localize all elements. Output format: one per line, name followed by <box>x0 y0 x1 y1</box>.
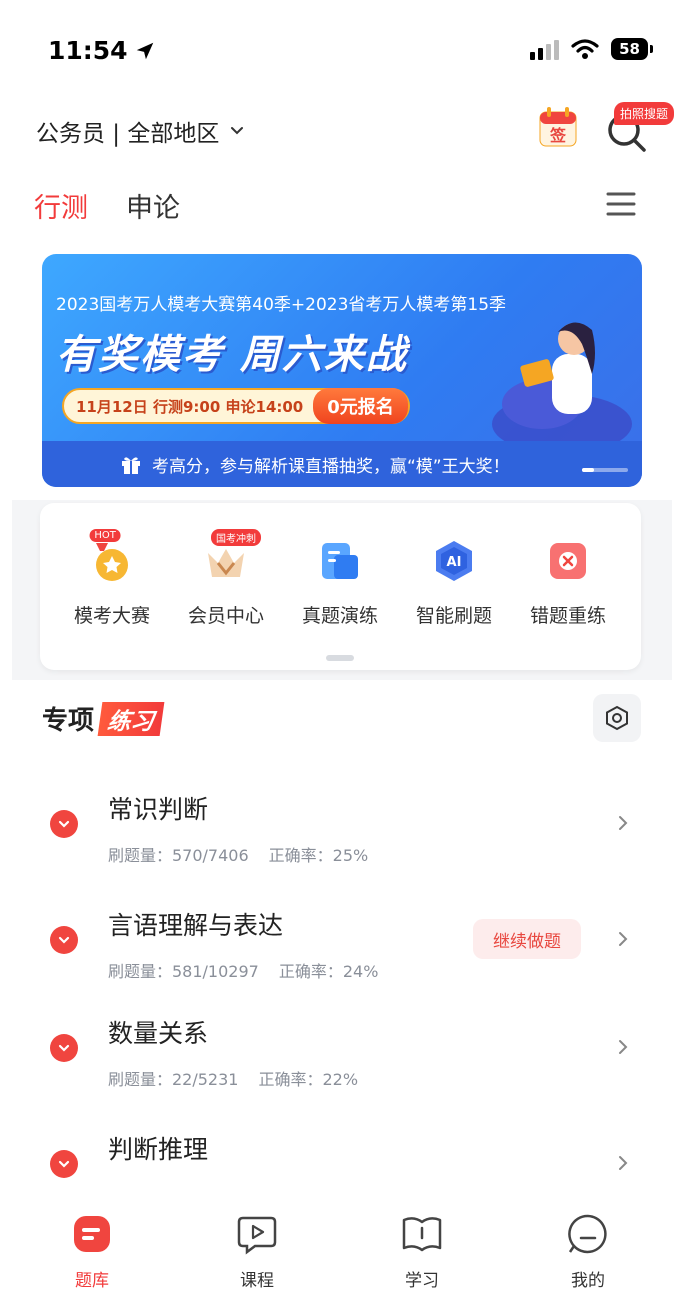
quick-action-label: 智能刷题 <box>415 605 492 627</box>
chevron-down-icon <box>58 1160 70 1168</box>
gift-icon <box>122 457 140 474</box>
tab-shenlun[interactable]: 申论 <box>126 186 180 225</box>
register-button[interactable]: 0元报名 <box>313 388 408 424</box>
category-row[interactable]: 常识判断 刷题量：570/7406 正确率：25% <box>0 786 684 896</box>
status-time-text: 11:54 <box>48 36 128 65</box>
nav-study[interactable]: 学习 <box>372 1212 472 1291</box>
quick-action-smart-practice[interactable]: AI 智能刷题 <box>397 539 511 628</box>
banner-carousel-indicator <box>582 468 628 472</box>
nav-label: 我的 <box>571 1271 605 1291</box>
question-count: 刷题量：570/7406 <box>108 846 249 865</box>
cellular-signal-icon <box>530 38 560 60</box>
subject-tabs: 行测 申论 <box>0 180 684 236</box>
question-count: 刷题量：22/5231 <box>108 1070 239 1089</box>
quick-action-member-center[interactable]: 国考冲刺 会员中心 <box>169 529 283 628</box>
nav-label: 学习 <box>405 1271 439 1291</box>
quick-action-wrong-review[interactable]: 错题重练 <box>511 539 625 628</box>
trophy-icon <box>96 543 128 581</box>
nav-question-bank[interactable]: 题库 <box>42 1212 142 1291</box>
quick-action-label: 会员中心 <box>187 605 264 627</box>
section-title-main: 专项 <box>42 706 95 736</box>
region-selector[interactable]: 公务员 | 全部地区 <box>36 114 245 148</box>
checkin-label: 签 <box>549 126 567 145</box>
wrong-question-icon <box>550 543 586 579</box>
chevron-down-icon <box>58 820 70 828</box>
nav-label: 课程 <box>240 1271 274 1291</box>
region-label: 公务员 | 全部地区 <box>36 121 220 147</box>
banner-top-text: 2023国考万人模考大赛第40季+2023省考万人模考第15季 <box>56 295 507 315</box>
quick-action-label: 真题演练 <box>301 605 378 627</box>
nav-profile[interactable]: 我的 <box>538 1212 638 1291</box>
panel-page-indicator <box>326 655 354 661</box>
quick-action-label: 模考大赛 <box>73 605 150 627</box>
banner-date-pill: 11月12日 行测9:00 申论14:00 0元报名 <box>62 388 410 424</box>
expand-button[interactable] <box>50 1150 78 1178</box>
top-header: 公务员 | 全部地区 签 拍照搜题 <box>0 100 684 168</box>
continue-practice-button[interactable]: 继续做题 <box>473 919 581 959</box>
expand-button[interactable] <box>50 1034 78 1062</box>
banner-headline: 有奖模考 周六来战 <box>56 332 408 378</box>
wifi-icon <box>571 39 599 59</box>
category-stats: 刷题量：22/5231 正确率：22% <box>108 1066 358 1090</box>
photo-search-badge[interactable]: 拍照搜题 <box>614 102 675 125</box>
battery-indicator: 58 <box>611 38 653 60</box>
hot-tag: HOT <box>89 529 121 542</box>
category-stats: 刷题量：570/7406 正确率：25% <box>108 842 368 866</box>
section-title: 专项 练习 <box>42 700 165 737</box>
accuracy-rate: 正确率：22% <box>258 1070 359 1089</box>
chevron-right-icon <box>619 1040 628 1054</box>
category-name: 判断推理 <box>108 1135 209 1164</box>
category-name: 数量关系 <box>108 1019 209 1048</box>
status-time: 11:54 <box>48 36 156 65</box>
expand-button[interactable] <box>50 810 78 838</box>
play-icon <box>237 1216 277 1255</box>
chevron-down-icon <box>58 1044 70 1052</box>
category-row[interactable]: 数量关系 刷题量：22/5231 正确率：22% <box>0 1010 684 1120</box>
category-stats: 刷题量：581/10297 正确率：24% <box>108 958 378 982</box>
checkin-calendar-icon[interactable]: 签 <box>538 106 578 148</box>
document-icon <box>322 543 358 579</box>
profile-icon <box>568 1214 607 1254</box>
chevron-down-icon <box>231 127 244 135</box>
national-exam-tag: 国考冲刺 <box>211 529 261 546</box>
tab-xingce[interactable]: 行测 <box>34 186 88 225</box>
status-bar: 11:54 58 <box>0 0 684 100</box>
chevron-down-icon <box>58 936 70 944</box>
bottom-navigation: 题库 课程 学习 我的 <box>0 1186 684 1304</box>
promo-banner[interactable]: 2023国考万人模考大赛第40季+2023省考万人模考第15季 有奖模考 周六来… <box>42 254 642 487</box>
accuracy-rate: 正确率：25% <box>268 846 369 865</box>
quick-actions-panel: HOT 模考大赛 国考冲刺 会员中心 真题演练 AI 智能刷题 错题重练 <box>40 503 641 670</box>
question-count: 刷题量：581/10297 <box>108 962 259 981</box>
practice-settings-button[interactable] <box>593 694 641 742</box>
category-name: 言语理解与表达 <box>108 911 284 940</box>
category-name: 常识判断 <box>108 795 209 824</box>
ai-icon: AI <box>436 541 472 581</box>
nav-courses[interactable]: 课程 <box>207 1212 307 1291</box>
menu-icon[interactable] <box>606 190 636 218</box>
chevron-right-icon <box>619 932 628 946</box>
svg-text:AI: AI <box>447 555 462 570</box>
banner-bottom-strip: 考高分，参与解析课直播抽奖，赢“模”王大奖！ <box>42 441 642 487</box>
category-row[interactable]: 言语理解与表达 刷题量：581/10297 正确率：24% 继续做题 <box>0 902 684 1012</box>
expand-button[interactable] <box>50 926 78 954</box>
section-title-highlight: 练习 <box>97 701 165 736</box>
status-indicators: 58 <box>530 38 653 60</box>
banner-bottom-text: 考高分，参与解析课直播抽奖，赢“模”王大奖！ <box>152 456 510 477</box>
nav-label: 题库 <box>75 1271 109 1291</box>
question-bank-icon <box>74 1216 110 1252</box>
chevron-right-icon <box>619 816 628 830</box>
location-arrow-icon <box>136 42 153 59</box>
settings-hexagon-icon <box>606 705 628 731</box>
accuracy-rate: 正确率：24% <box>278 962 379 981</box>
banner-date-text: 11月12日 行测9:00 申论14:00 <box>76 397 304 416</box>
quick-action-mock-exam[interactable]: HOT 模考大赛 <box>55 529 169 628</box>
quick-action-past-papers[interactable]: 真题演练 <box>283 539 397 628</box>
chevron-right-icon <box>619 1156 628 1170</box>
book-icon <box>402 1217 442 1252</box>
quick-action-label: 错题重练 <box>529 605 606 627</box>
